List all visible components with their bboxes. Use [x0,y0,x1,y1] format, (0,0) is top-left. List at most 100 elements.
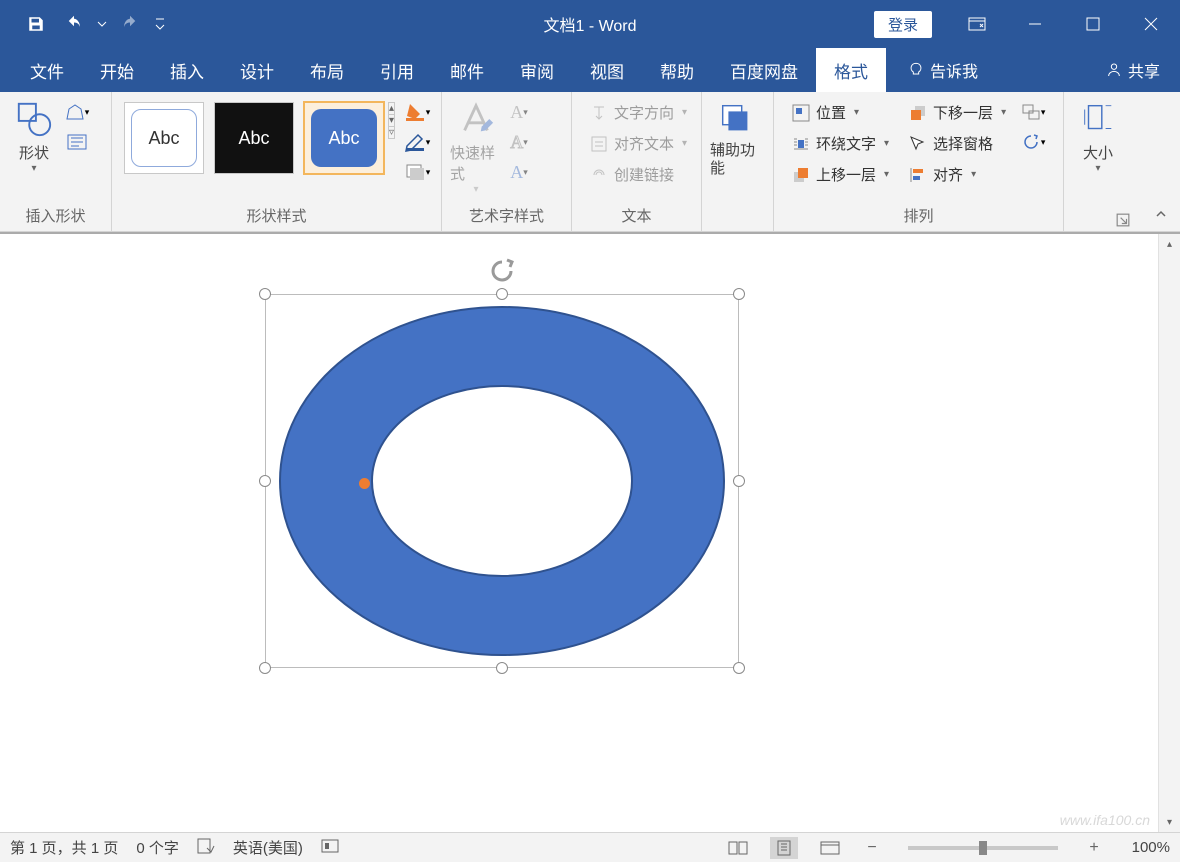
tell-me-search[interactable]: 告诉我 [894,48,992,92]
size-button[interactable]: 大小 ▾ [1072,96,1124,174]
adjustment-handle[interactable] [359,478,370,489]
tab-mailings[interactable]: 邮件 [432,48,502,92]
tab-insert[interactable]: 插入 [152,48,222,92]
accessibility-button[interactable]: 辅助功能 [710,96,762,178]
ribbon-tabs: 文件 开始 插入 设计 布局 引用 邮件 审阅 视图 帮助 百度网盘 格式 告诉… [0,48,1180,92]
rotate-handle[interactable] [489,258,515,284]
undo-dropdown[interactable] [94,6,110,42]
undo-button[interactable] [56,6,92,42]
size-launcher[interactable] [1116,213,1130,227]
align-text-button: 对齐文本▾ [584,129,693,158]
zoom-out-button[interactable]: − [862,839,882,857]
qat-customize[interactable] [150,6,170,42]
zoom-level[interactable]: 100% [1122,839,1170,856]
lightbulb-icon [908,62,924,78]
group-shape-styles-label: 形状样式 [120,205,433,229]
share-button[interactable]: 共享 [1086,48,1180,92]
send-backward-button[interactable]: 下移一层▾ [903,98,1012,127]
tab-design[interactable]: 设计 [222,48,292,92]
style-preset-3[interactable]: Abc [304,102,384,174]
tab-home[interactable]: 开始 [82,48,152,92]
view-web-layout[interactable] [816,837,844,859]
edit-shape-button[interactable]: ▾ [63,100,91,124]
tab-layout[interactable]: 布局 [292,48,362,92]
ribbon: 形状 ▾ ▾ 插入形状 Abc Abc Abc ▴ ▾ ▿ ▾ [0,92,1180,232]
zoom-in-button[interactable]: + [1084,839,1104,857]
group-wordart-label: 艺术字样式 [450,205,563,229]
shapes-label: 形状 [19,142,49,163]
shape-outline-button[interactable]: ▾ [403,130,431,154]
group-arrange-label: 排列 [782,205,1055,229]
redo-button[interactable] [112,6,148,42]
status-page[interactable]: 第 1 页，共 1 页 [10,837,118,858]
minimize-button[interactable] [1010,4,1060,44]
handle-bottom-left[interactable] [259,662,271,674]
group-button[interactable]: ▾ [1019,100,1047,124]
quick-styles-label: 快速样式 [450,142,502,184]
rotate-button[interactable]: ▾ [1019,130,1047,154]
status-bar: 第 1 页，共 1 页 0 个字 英语(美国) − + 100% [0,832,1180,862]
view-read-mode[interactable] [724,837,752,859]
tab-view[interactable]: 视图 [572,48,642,92]
status-macro-icon[interactable] [321,839,339,857]
tab-format[interactable]: 格式 [816,48,886,92]
status-language[interactable]: 英语(美国) [233,837,303,858]
handle-top-left[interactable] [259,288,271,300]
style-preset-2[interactable]: Abc [214,102,294,174]
donut-shape[interactable] [275,302,729,660]
status-proofing-icon[interactable] [197,838,215,858]
handle-top[interactable] [496,288,508,300]
shape-fill-button[interactable]: ▾ [403,100,431,124]
gallery-more[interactable]: ▿ [389,127,394,138]
tab-help[interactable]: 帮助 [642,48,712,92]
text-outline-button: A▾ [505,130,533,154]
handle-top-right[interactable] [733,288,745,300]
selection-pane-button[interactable]: 选择窗格 [903,129,1012,158]
style-preset-1[interactable]: Abc [124,102,204,174]
group-text-label: 文本 [580,205,693,229]
tab-references[interactable]: 引用 [362,48,432,92]
align-button[interactable]: 对齐▾ [903,160,1012,189]
login-button[interactable]: 登录 [874,11,932,38]
shape-effects-button[interactable]: ▾ [403,160,431,184]
bring-forward-button[interactable]: 上移一层▾ [786,160,895,189]
tab-baidu[interactable]: 百度网盘 [712,48,816,92]
size-label: 大小 [1083,142,1113,163]
document-area[interactable]: ▴ ▾ [0,232,1180,832]
shape-selection[interactable] [259,288,745,674]
quick-styles-button: 快速样式 ▾ [450,96,502,195]
group-insert-shapes-label: 插入形状 [8,205,103,229]
page[interactable] [15,234,1135,832]
wordart-icon [457,100,495,138]
wrap-text-button[interactable]: 环绕文字▾ [786,129,895,158]
maximize-button[interactable] [1068,4,1118,44]
status-word-count[interactable]: 0 个字 [136,837,179,858]
save-button[interactable] [18,6,54,42]
position-button[interactable]: 位置▾ [786,98,895,127]
vertical-scrollbar[interactable]: ▴ ▾ [1158,234,1180,832]
size-icon [1079,100,1117,138]
tell-me-label: 告诉我 [930,58,978,82]
zoom-thumb[interactable] [979,841,987,855]
text-box-button[interactable] [63,130,91,154]
gallery-scroll: ▴ ▾ ▿ [388,102,395,139]
shapes-icon [15,100,53,138]
handle-bottom-right[interactable] [733,662,745,674]
quick-access-toolbar [0,6,170,42]
create-link-button: 创建链接 [584,160,693,189]
tab-file[interactable]: 文件 [12,48,82,92]
zoom-slider[interactable] [908,846,1058,850]
scroll-down[interactable]: ▾ [1159,812,1180,832]
handle-bottom[interactable] [496,662,508,674]
scroll-up[interactable]: ▴ [1159,234,1180,254]
collapse-ribbon-button[interactable] [1150,203,1172,225]
view-print-layout[interactable] [770,837,798,859]
close-button[interactable] [1126,4,1176,44]
gallery-up[interactable]: ▴ [389,103,394,115]
handle-left[interactable] [259,475,271,487]
handle-right[interactable] [733,475,745,487]
tab-review[interactable]: 审阅 [502,48,572,92]
ribbon-display-options[interactable] [952,4,1002,44]
shapes-button[interactable]: 形状 ▾ [8,96,60,174]
gallery-down[interactable]: ▾ [389,115,394,127]
